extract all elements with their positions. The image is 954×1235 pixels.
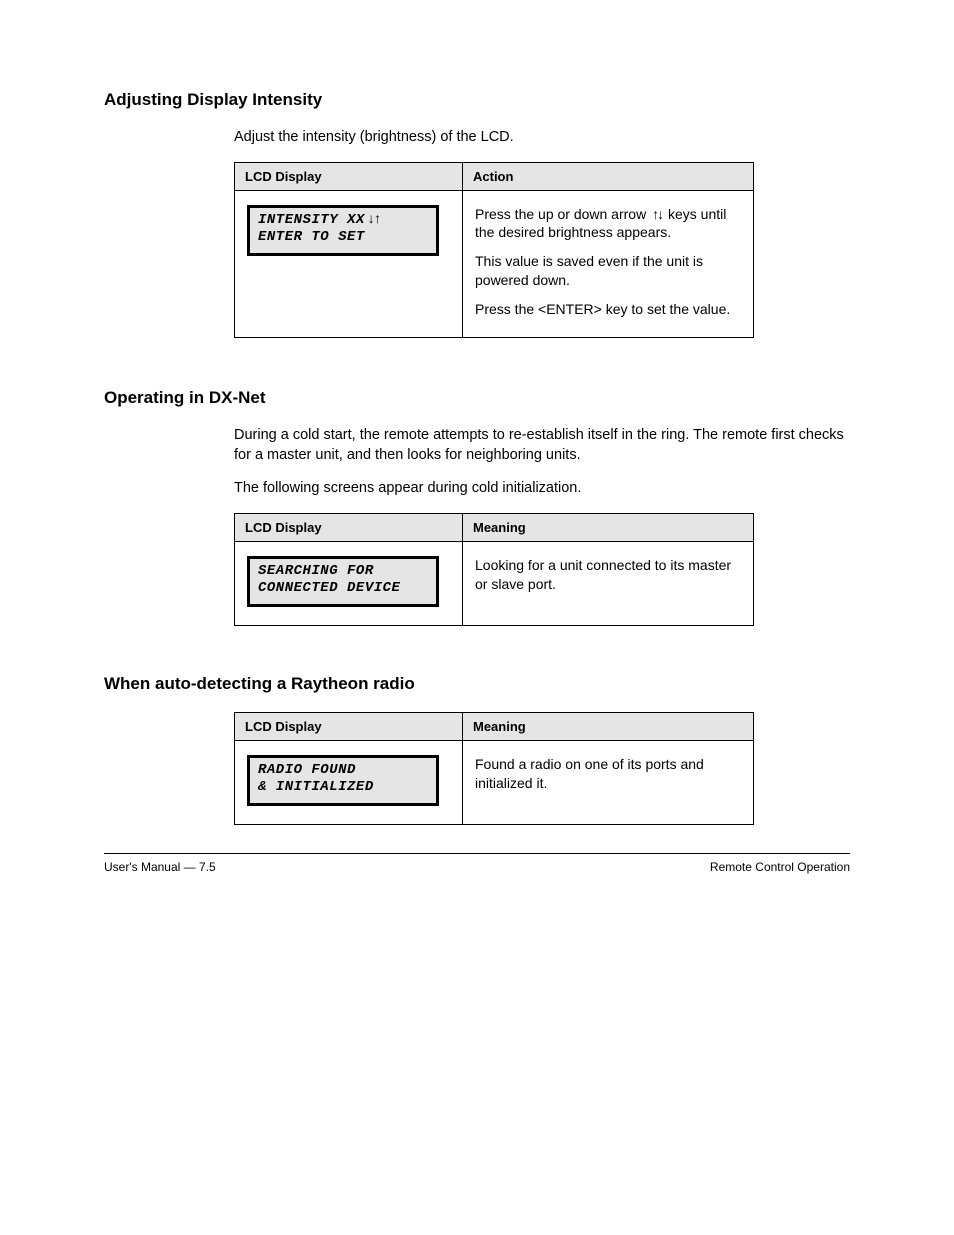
cell-display: SEARCHING FOR CONNECTED DEVICE (235, 541, 463, 625)
lcd-line1: SEARCHING FOR (258, 563, 374, 579)
footer-divider (104, 853, 850, 854)
meaning-text: Looking for a unit connected to its mast… (475, 557, 731, 592)
cell-display: RADIO FOUND & INITIALIZED (235, 740, 463, 824)
section-title-intensity: Adjusting Display Intensity (104, 90, 850, 110)
paragraph: During a cold start, the remote attempts… (234, 426, 850, 465)
intensity-table: LCD Display Action INTENSITY XX↓↑ ENTER … (234, 162, 754, 338)
table-row: LCD Display Meaning (235, 513, 754, 541)
meaning-text: Found a radio on one of its ports and in… (475, 756, 704, 791)
section-title-raytheon: When auto-detecting a Raytheon radio (104, 674, 850, 694)
lcd-line2: CONNECTED DEVICE (258, 580, 400, 596)
lcd-screen: SEARCHING FOR CONNECTED DEVICE (247, 556, 439, 607)
action-text: Press the up or down arrow (475, 206, 650, 222)
cell-action: Press the up or down arrow ↑↓ keys until… (463, 190, 754, 337)
lcd-line2: ENTER TO SET (258, 229, 365, 245)
lcd-line1-pre: INTENSITY XX (258, 212, 365, 228)
enter-key-label: <ENTER> (538, 301, 602, 317)
lcd-line2: & INITIALIZED (258, 779, 374, 795)
col-header-action: Action (463, 162, 754, 190)
searching-table: LCD Display Meaning SEARCHING FOR CONNEC… (234, 513, 754, 626)
down-up-arrows-icon: ↓↑ (365, 212, 382, 230)
col-header-display: LCD Display (235, 712, 463, 740)
table-row: LCD Display Action (235, 162, 754, 190)
action-text: This value is saved even if the unit is … (475, 253, 703, 288)
cell-meaning: Looking for a unit connected to its mast… (463, 541, 754, 625)
col-header-display: LCD Display (235, 162, 463, 190)
footer-left: User's Manual — 7.5 (104, 860, 216, 874)
col-header-meaning: Meaning (463, 513, 754, 541)
radio-found-table: LCD Display Meaning RADIO FOUND & INITIA… (234, 712, 754, 825)
action-text: Press the (475, 301, 538, 317)
lead-text: Adjust the intensity (brightness) of the… (234, 128, 850, 148)
table-row: RADIO FOUND & INITIALIZED Found a radio … (235, 740, 754, 824)
up-down-arrows-icon: ↑↓ (650, 205, 664, 224)
lcd-screen: RADIO FOUND & INITIALIZED (247, 755, 439, 806)
col-header-meaning: Meaning (463, 712, 754, 740)
paragraph: The following screens appear during cold… (234, 479, 850, 499)
table-row: LCD Display Meaning (235, 712, 754, 740)
lcd-screen: INTENSITY XX↓↑ ENTER TO SET (247, 205, 439, 256)
table-row: INTENSITY XX↓↑ ENTER TO SET Press the up… (235, 190, 754, 337)
table-row: SEARCHING FOR CONNECTED DEVICE Looking f… (235, 541, 754, 625)
page-footer: User's Manual — 7.5 Remote Control Opera… (104, 860, 850, 874)
page: Adjusting Display Intensity Adjust the i… (0, 0, 954, 934)
section-title-dxnet: Operating in DX-Net (104, 388, 850, 408)
lcd-line1: RADIO FOUND (258, 762, 356, 778)
footer-right: Remote Control Operation (710, 860, 850, 874)
section-body: During a cold start, the remote attempts… (104, 426, 850, 499)
cell-meaning: Found a radio on one of its ports and in… (463, 740, 754, 824)
cell-display: INTENSITY XX↓↑ ENTER TO SET (235, 190, 463, 337)
col-header-display: LCD Display (235, 513, 463, 541)
action-text: key to set the value. (602, 301, 730, 317)
